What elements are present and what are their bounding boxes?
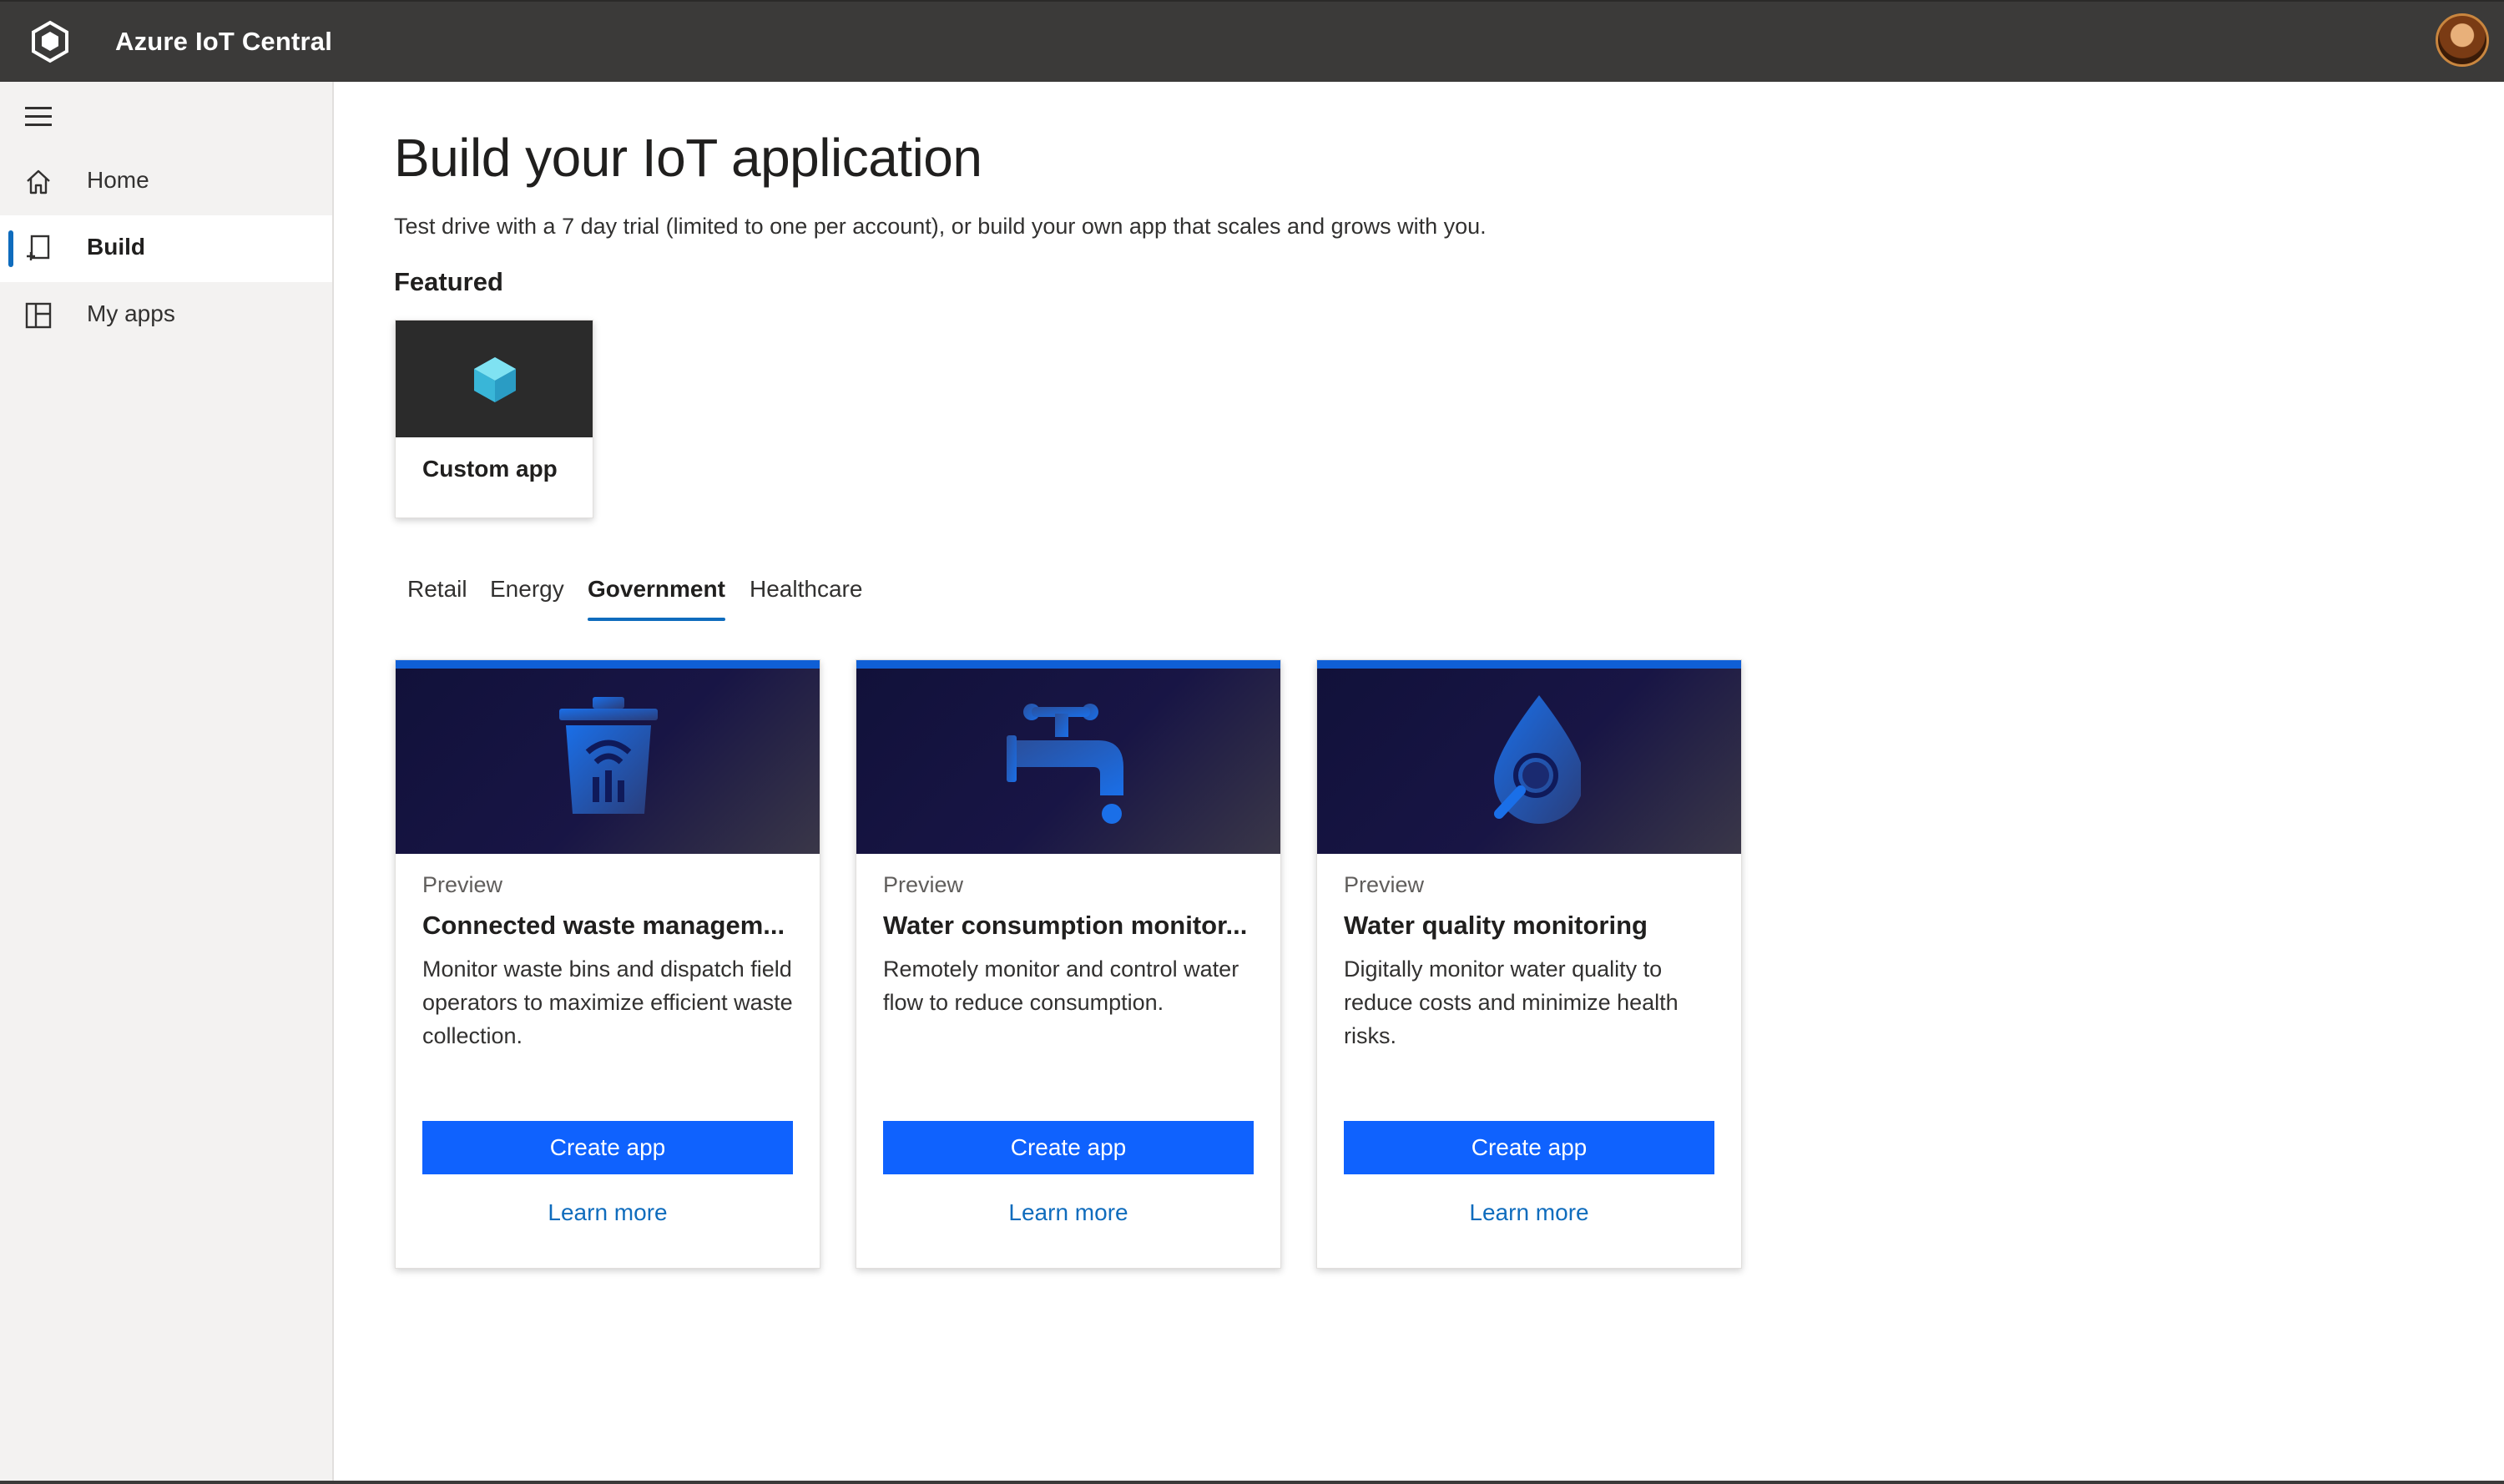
template-card: Preview Water quality monitoring Digital… xyxy=(1316,659,1742,1269)
tab-healthcare[interactable]: Healthcare xyxy=(750,576,862,603)
page-title: Build your IoT application xyxy=(394,128,982,188)
preview-badge: Preview xyxy=(883,872,964,897)
card-banner xyxy=(396,660,820,854)
build-icon xyxy=(23,234,57,264)
sidebar-item-home[interactable]: Home xyxy=(0,149,332,215)
iot-central-hexagon-icon[interactable] xyxy=(28,20,72,63)
cube-icon xyxy=(474,357,516,402)
learn-more-link[interactable]: Learn more xyxy=(422,1199,793,1226)
learn-more-link[interactable]: Learn more xyxy=(1344,1199,1714,1226)
water-faucet-icon xyxy=(1007,704,1123,824)
card-description: Monitor waste bins and dispatch field op… xyxy=(422,957,793,1048)
top-header: Azure IoT Central xyxy=(0,0,2504,82)
preview-badge: Preview xyxy=(422,872,503,897)
template-card: Preview Connected waste managem... Monit… xyxy=(395,659,820,1269)
app-title[interactable]: Azure IoT Central xyxy=(115,27,332,57)
hamburger-menu-icon[interactable] xyxy=(25,107,55,130)
tab-retail[interactable]: Retail xyxy=(407,576,467,603)
card-title: Water consumption monitor... xyxy=(883,911,1248,940)
sidebar: Home Build My apps xyxy=(0,82,334,1484)
create-app-button[interactable]: Create app xyxy=(422,1121,793,1174)
trash-bin-icon xyxy=(559,697,658,814)
user-avatar[interactable] xyxy=(2436,13,2489,67)
home-icon xyxy=(23,167,57,197)
card-banner xyxy=(856,660,1280,854)
sidebar-item-label: Home xyxy=(87,167,149,193)
create-app-button[interactable]: Create app xyxy=(883,1121,1254,1174)
preview-badge: Preview xyxy=(1344,872,1425,897)
water-drop-magnifier-icon xyxy=(1494,695,1581,824)
card-description: Digitally monitor water quality to reduc… xyxy=(1344,957,1679,1048)
custom-app-card[interactable]: Custom app xyxy=(395,320,593,518)
card-description: Remotely monitor and control water flow … xyxy=(883,957,1239,1015)
card-banner xyxy=(1317,660,1741,854)
sidebar-item-my-apps[interactable]: My apps xyxy=(0,282,332,349)
tab-government[interactable]: Government xyxy=(588,576,725,621)
custom-app-thumbnail xyxy=(396,321,593,437)
custom-app-label: Custom app xyxy=(422,456,558,482)
sidebar-item-label: Build xyxy=(87,234,145,260)
featured-heading: Featured xyxy=(394,267,503,296)
sidebar-item-build[interactable]: Build xyxy=(0,215,332,282)
card-title: Connected waste managem... xyxy=(422,911,785,940)
create-app-button[interactable]: Create app xyxy=(1344,1121,1714,1174)
apps-grid-icon xyxy=(23,300,57,331)
template-card: Preview Water consumption monitor... Rem… xyxy=(856,659,1281,1269)
card-title: Water quality monitoring xyxy=(1344,911,1648,940)
bottom-border xyxy=(0,1481,2504,1484)
learn-more-link[interactable]: Learn more xyxy=(883,1199,1254,1226)
tab-energy[interactable]: Energy xyxy=(490,576,564,603)
sidebar-item-label: My apps xyxy=(87,300,175,326)
page-subtitle: Test drive with a 7 day trial (limited t… xyxy=(394,214,1487,239)
